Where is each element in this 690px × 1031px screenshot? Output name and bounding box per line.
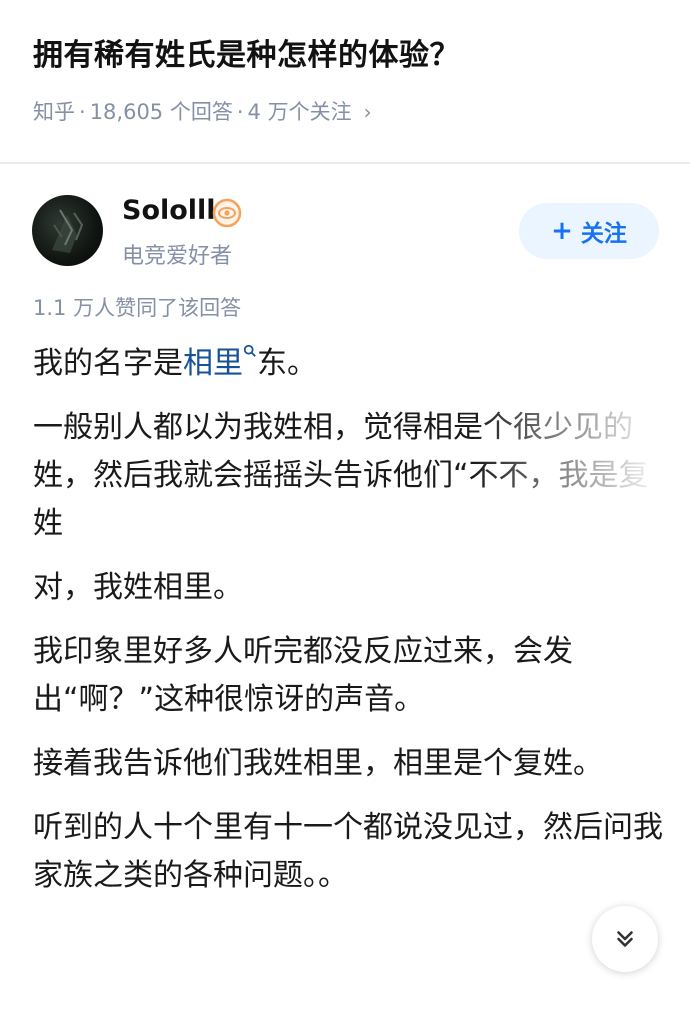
answer-paragraph: 一般别人都以为我姓相，觉得相是个很少见的姓，然后我就会摇摇头告诉他们“不不，我是… xyxy=(33,410,649,541)
answer-paragraph: 我的名字是相里 东。 xyxy=(33,340,663,388)
chevron-double-down-icon xyxy=(617,931,633,947)
search-icon[interactable] xyxy=(243,344,257,361)
meta-separator: · xyxy=(79,100,86,124)
question-title[interactable]: 拥有稀有姓氏是种怎样的体验？ xyxy=(33,30,460,74)
author-bio: 电竞爱好者 xyxy=(122,244,233,269)
answer-paragraph: 听到的人十个里有十一个都说没见过，然后问我家族之类的各种问题。。 xyxy=(33,810,663,893)
plus-icon: + xyxy=(551,216,573,246)
answer-paragraph: 对，我姓相里。 xyxy=(33,570,243,605)
answer-content[interactable]: 我的名字是相里 东。 一般别人都以为我姓相，觉得相是个很少见的姓，然后我就会摇摇头… xyxy=(33,340,663,916)
follow-button[interactable]: + 关注 xyxy=(519,203,659,259)
author-name[interactable]: Sololll xyxy=(122,195,216,226)
keyword-link[interactable]: 相里 xyxy=(183,346,243,381)
eye-badge-icon xyxy=(212,198,242,228)
source-label: 知乎 xyxy=(33,100,75,124)
answer-text: 我的名字是 xyxy=(33,346,183,381)
follower-count: 4 万个关注 xyxy=(247,100,352,124)
expand-button[interactable] xyxy=(592,906,658,972)
answer-text: 东。 xyxy=(257,346,317,381)
answer-count: 18,605 个回答 xyxy=(89,100,233,124)
meta-separator: · xyxy=(236,100,244,124)
answer-paragraph: 我印象里好多人听完都没反应过来，会发出“啊？”这种很惊讶的声音。 xyxy=(33,634,573,717)
avatar[interactable] xyxy=(32,195,103,266)
avatar-image xyxy=(52,209,84,253)
chevron-right-icon: › xyxy=(363,100,372,124)
answer-paragraph: 接着我告诉他们我姓相里，相里是个复姓。 xyxy=(33,746,603,781)
follow-label: 关注 xyxy=(580,221,627,247)
question-meta[interactable]: 知乎 · 18,605 个回答 · 4 万个关注 › xyxy=(33,96,372,126)
vote-count: 1.1 万人赞同了该回答 xyxy=(33,296,242,320)
question-header: 拥有稀有姓氏是种怎样的体验？ 知乎 · 18,605 个回答 · 4 万个关注 › xyxy=(0,0,690,164)
